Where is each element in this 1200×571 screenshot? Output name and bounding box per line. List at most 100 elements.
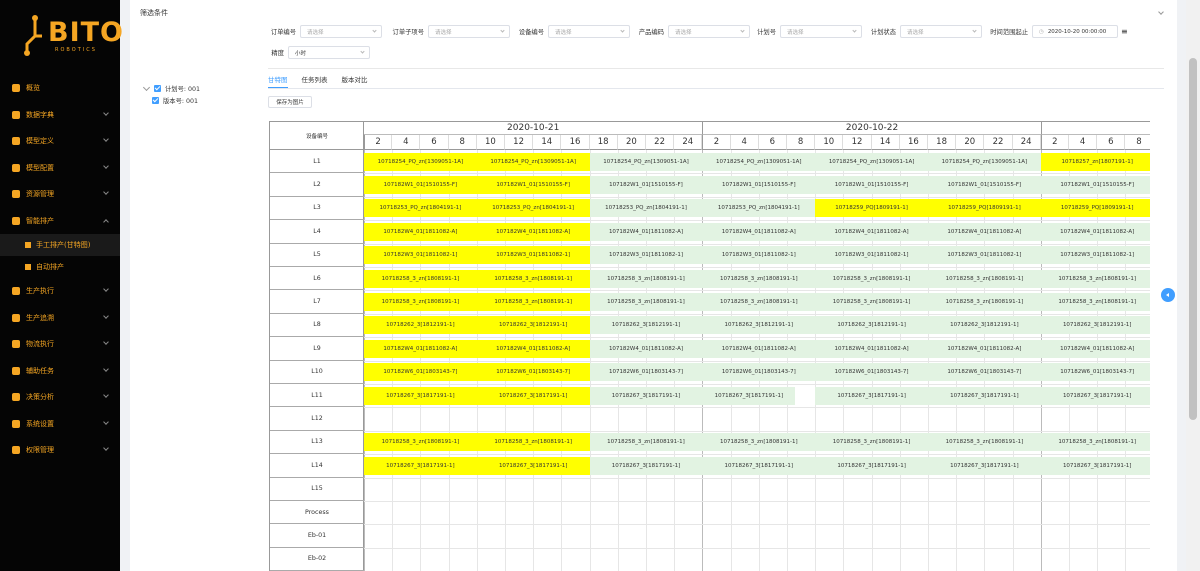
gantt-task-bar[interactable]: 107182W4_01[1811082-A] [1040, 339, 1150, 358]
gantt-task-bar[interactable]: 107182W3_01[1811082-1] [1040, 246, 1150, 265]
sidebar-item-2[interactable]: 模型定义 [0, 128, 120, 155]
gantt-task-bar[interactable]: 107182W4_01[1811082-A] [702, 222, 816, 241]
gantt-task-bar[interactable]: 10718258_3_zn[1808191-1] [589, 433, 703, 452]
gantt-task-bar[interactable]: 107182W1_01[1510155-F] [1040, 175, 1150, 194]
gantt-task-bar[interactable]: 107182W6_01[1803143-7] [364, 363, 477, 382]
gantt-task-bar[interactable]: 10718267_3[1817191-1] [815, 456, 928, 475]
sidebar-item-3[interactable]: 模型配置 [0, 155, 120, 182]
gantt-task-bar[interactable]: 10718258_3_zn[1808191-1] [364, 433, 477, 452]
gantt-task-bar[interactable]: 10718258_3_zn[1808191-1] [364, 269, 477, 288]
gantt-task-bar[interactable]: 107182W4_01[1811082-A] [928, 222, 1041, 241]
gantt-task-bar[interactable]: 10718254_PQ_zn[1309051-1A] [928, 152, 1041, 171]
more-icon[interactable]: ≡ [1121, 27, 1128, 36]
gantt-task-bar[interactable]: 107182W3_01[1811082-1] [364, 246, 477, 265]
gantt-task-bar[interactable]: 10718258_3_zn[1808191-1] [928, 433, 1041, 452]
gantt-task-bar[interactable]: 107182W1_01[1510155-F] [928, 175, 1041, 194]
gantt-task-bar[interactable]: 10718267_3[1817191-1] [815, 386, 928, 405]
gantt-task-bar[interactable]: 10718258_3_zn[1808191-1] [702, 292, 816, 311]
gantt-task-bar[interactable]: 107182W1_01[1510155-F] [702, 175, 816, 194]
gantt-task-bar[interactable]: 10718258_3_zn[1808191-1] [702, 433, 816, 452]
sidebar-item-4[interactable]: 资源管理 [0, 181, 120, 208]
tab-gantt[interactable]: 甘特图 [268, 72, 288, 88]
sidebar-item-10[interactable]: 决策分析 [0, 384, 120, 411]
gantt-task-bar[interactable]: 107182W3_01[1811082-1] [589, 246, 703, 265]
tree-node-plan[interactable]: 计划号: 001 [142, 82, 200, 94]
gantt-task-bar[interactable]: 107182W3_01[1811082-1] [476, 246, 590, 265]
gantt-task-bar[interactable]: 10718258_3_zn[1808191-1] [589, 292, 703, 311]
sidebar-item-5[interactable]: 智能排产 [0, 208, 120, 235]
gantt-task-bar[interactable]: 107182W6_01[1803143-7] [815, 363, 928, 382]
gantt-task-bar[interactable]: 10718258_3_zn[1808191-1] [815, 433, 928, 452]
gantt-task-bar[interactable]: 10718267_3[1817191-1] [364, 386, 477, 405]
gantt-task-bar[interactable]: 10718258_3_zn[1808191-1] [928, 292, 1041, 311]
gantt-task-bar[interactable]: 10718258_3_zn[1808191-1] [815, 292, 928, 311]
gantt-task-bar[interactable]: 10718258_3_zn[1808191-1] [476, 269, 590, 288]
gantt-task-bar[interactable]: 10718258_3_zn[1808191-1] [476, 292, 590, 311]
filter-select-4[interactable]: 请选择 [780, 25, 862, 38]
gantt-task-bar[interactable]: 10718253_PQ_zn[1804191-1] [364, 199, 477, 218]
sidebar-item-11[interactable]: 系统设置 [0, 411, 120, 438]
sidebar-item-1[interactable]: 数据字典 [0, 102, 120, 129]
filter-select-1[interactable]: 请选择 [428, 25, 510, 38]
gantt-task-bar[interactable]: 10718258_3_zn[1808191-1] [589, 269, 703, 288]
gantt-task-bar[interactable]: 10718267_3[1817191-1] [589, 386, 703, 405]
brand-logo[interactable]: BITO ROBOTICS [0, 0, 123, 70]
filter-select-3[interactable]: 请选择 [668, 25, 750, 38]
caret-down-icon[interactable] [142, 83, 151, 91]
gantt-task-bar[interactable]: 10718267_3[1817191-1] [702, 386, 796, 405]
tab-task-list[interactable]: 任务列表 [302, 72, 328, 88]
save-as-image-button[interactable]: 保存为图片 [268, 96, 312, 108]
gantt-task-bar[interactable]: 107182W4_01[1811082-A] [815, 222, 928, 241]
gantt-task-bar[interactable]: 10718262_3[1812191-1] [476, 316, 590, 335]
gantt-task-bar[interactable]: 107182W4_01[1811082-A] [476, 339, 590, 358]
gantt-task-bar[interactable]: 10718267_3[1817191-1] [476, 386, 590, 405]
gantt-task-bar[interactable]: 10718258_3_zn[1808191-1] [928, 269, 1041, 288]
gantt-task-bar[interactable]: 10718267_3[1817191-1] [1040, 386, 1150, 405]
sidebar-subitem-5-0[interactable]: 手工排产(甘特图) [0, 234, 120, 256]
sidebar-item-0[interactable]: 概览 [0, 75, 120, 102]
sidebar-item-9[interactable]: 辅助任务 [0, 358, 120, 385]
gantt-task-bar[interactable]: 10718262_3[1812191-1] [589, 316, 703, 335]
gantt-task-bar[interactable]: 10718258_3_zn[1808191-1] [364, 292, 477, 311]
gantt-task-bar[interactable]: 107182W4_01[1811082-A] [928, 339, 1041, 358]
gantt-task-bar[interactable]: 107182W4_01[1811082-A] [476, 222, 590, 241]
gantt-task-bar[interactable]: 10718267_3[1817191-1] [1040, 456, 1150, 475]
gantt-task-bar[interactable]: 107182W4_01[1811082-A] [815, 339, 928, 358]
gantt-task-bar[interactable]: 10718259_PQ[1809191-1] [928, 199, 1041, 218]
gantt-task-bar[interactable]: 107182W4_01[1811082-A] [589, 339, 703, 358]
gantt-task-bar[interactable]: 10718262_3[1812191-1] [815, 316, 928, 335]
gantt-task-bar[interactable]: 10718267_3[1817191-1] [589, 456, 703, 475]
gantt-task-bar[interactable]: 10718267_3[1817191-1] [928, 456, 1041, 475]
gantt-task-bar[interactable]: 107182W6_01[1803143-7] [476, 363, 590, 382]
scrollbar-thumb[interactable] [1189, 58, 1197, 420]
time-range-input[interactable]: ◷ 2020-10-20 00:00:00 [1032, 25, 1118, 38]
gantt-task-bar[interactable]: 107182W3_01[1811082-1] [928, 246, 1041, 265]
gantt-task-bar[interactable]: 10718259_PQ[1809191-1] [815, 199, 928, 218]
gantt-task-bar[interactable]: 107182W6_01[1803143-7] [1040, 363, 1150, 382]
gantt-task-bar[interactable]: 107182W4_01[1811082-A] [702, 339, 816, 358]
gantt-task-bar[interactable]: 107182W6_01[1803143-7] [928, 363, 1041, 382]
gantt-task-bar[interactable]: 107182W1_01[1510155-F] [589, 175, 703, 194]
gantt-task-bar[interactable]: 10718262_3[1812191-1] [702, 316, 816, 335]
gantt-task-bar[interactable]: 10718267_3[1817191-1] [476, 456, 590, 475]
gantt-task-bar[interactable]: 10718259_PQ[1809191-1] [1040, 199, 1150, 218]
gantt-task-bar[interactable]: 10718258_3_zn[1808191-1] [1040, 433, 1150, 452]
collapse-panel-button[interactable] [1161, 288, 1175, 302]
collapse-chevron-icon[interactable] [1158, 9, 1164, 15]
sidebar-item-8[interactable]: 物流执行 [0, 331, 120, 358]
gantt-task-bar[interactable]: 10718258_3_zn[1808191-1] [702, 269, 816, 288]
gantt-task-bar[interactable]: 10718267_3[1817191-1] [928, 386, 1041, 405]
gantt-task-bar[interactable]: 10718254_PQ_zn[1309051-1A] [702, 152, 816, 171]
gantt-task-bar[interactable]: 10718258_3_zn[1808191-1] [815, 269, 928, 288]
gantt-task-bar[interactable]: 10718258_3_zn[1808191-1] [1040, 292, 1150, 311]
granularity-select[interactable]: 小时 [288, 46, 370, 59]
tab-version-compare[interactable]: 版本对比 [342, 72, 368, 88]
gantt-task-bar[interactable]: 10718267_3[1817191-1] [702, 456, 816, 475]
filter-select-5[interactable]: 请选择 [900, 25, 982, 38]
sidebar-item-7[interactable]: 生产追溯 [0, 305, 120, 332]
gantt-task-bar[interactable]: 10718254_PQ_zn[1309051-1A] [364, 152, 477, 171]
gantt-task-bar[interactable]: 10718262_3[1812191-1] [1040, 316, 1150, 335]
gantt-task-bar[interactable]: 10718253_PQ_zn[1804191-1] [476, 199, 590, 218]
gantt-task-bar[interactable]: 107182W3_01[1811082-1] [815, 246, 928, 265]
gantt-task-bar[interactable]: 107182W1_01[1510155-F] [815, 175, 928, 194]
